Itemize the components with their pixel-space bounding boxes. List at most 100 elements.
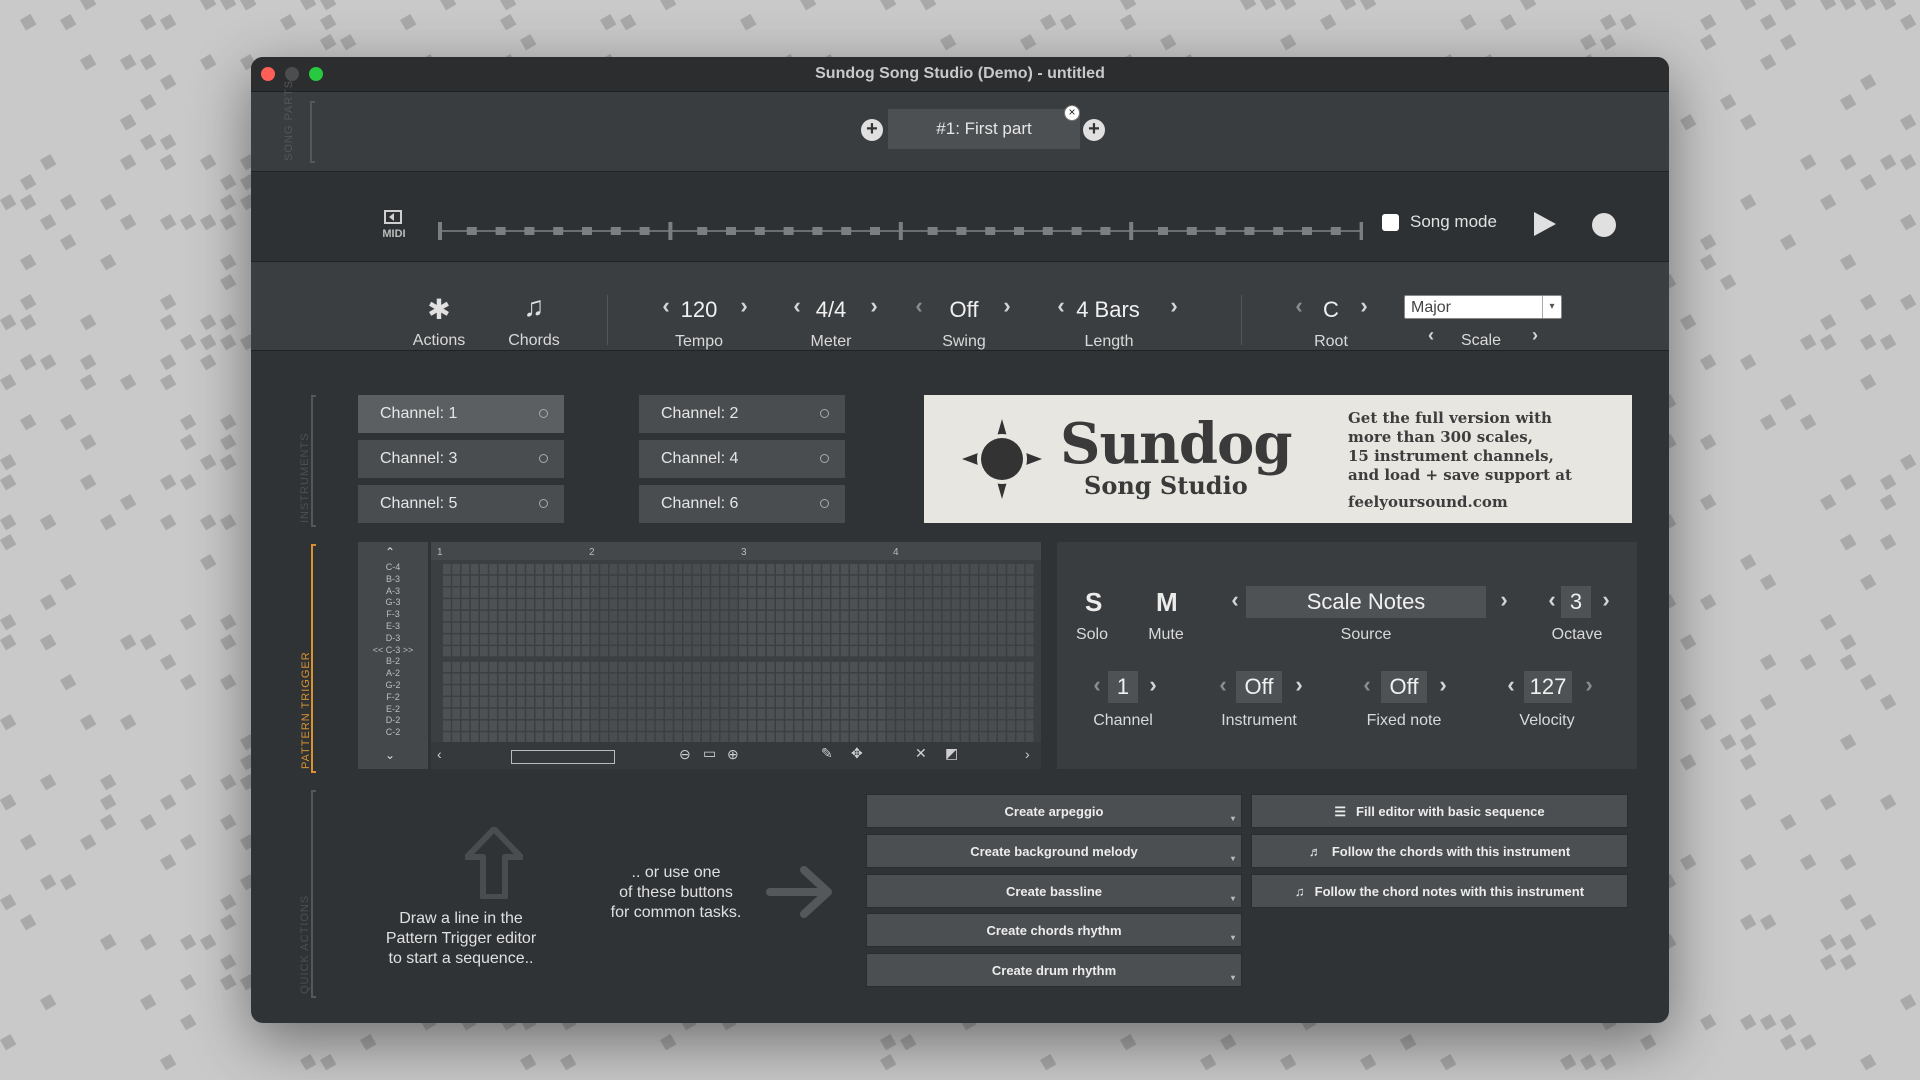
grid-cell[interactable] [461,708,470,720]
grid-cell[interactable] [840,697,849,708]
swing-decrease-chevron-icon[interactable]: ‹ [911,293,927,319]
grid-cell[interactable] [554,575,562,586]
grid-cell[interactable] [600,685,608,696]
move-icon[interactable]: ✥ [851,745,863,762]
grid-cell[interactable] [443,575,451,586]
grid-cell[interactable] [470,673,479,684]
grid-cell[interactable] [443,732,451,742]
grid-cell[interactable] [461,599,470,610]
grid-cell[interactable] [692,599,701,610]
grid-cell[interactable] [720,634,729,645]
grid-cell[interactable] [924,646,932,657]
grid-cell[interactable] [572,575,581,586]
grid-cell[interactable] [813,661,821,673]
grid-cell[interactable] [729,708,738,720]
channel-increase-chevron-icon[interactable]: › [1145,672,1161,698]
grid-cell[interactable] [609,599,618,610]
grid-cell[interactable] [887,564,895,575]
grid-cell[interactable] [563,575,571,586]
grid-cell[interactable] [507,732,516,742]
grid-cell[interactable] [674,673,682,684]
scroll-right-chevron-icon[interactable]: › [1025,746,1030,762]
grid-cell[interactable] [813,732,821,742]
zoom-out-icon[interactable]: ⊖ [679,746,691,763]
grid-cell[interactable] [480,732,488,742]
grid-cell[interactable] [887,575,895,586]
grid-cell[interactable] [739,708,747,720]
grid-cell[interactable] [665,697,673,708]
grid-cell[interactable] [702,610,710,622]
grid-cell[interactable] [581,610,590,622]
grid-cell[interactable] [868,575,877,586]
grid-cell[interactable] [507,708,516,720]
grid-cell[interactable] [914,708,923,720]
grid-cell[interactable] [443,661,451,673]
grid-cell[interactable] [998,599,1006,610]
grid-cell[interactable] [517,622,525,633]
grid-cell[interactable] [794,697,803,708]
grid-cell[interactable] [470,587,479,598]
grid-cell[interactable] [729,646,738,657]
grid-cell[interactable] [554,610,562,622]
grid-cell[interactable] [729,685,738,696]
grid-cell[interactable] [951,732,960,742]
grid-cell[interactable] [1007,599,1015,610]
grid-cell[interactable] [831,646,840,657]
grid-cell[interactable] [868,646,877,657]
grid-cell[interactable] [951,599,960,610]
grid-cell[interactable] [859,685,867,696]
grid-cell[interactable] [1025,661,1034,673]
grid-cell[interactable] [480,587,488,598]
grid-cell[interactable] [600,673,608,684]
solo-button[interactable]: S [1085,587,1102,618]
grid-cell[interactable] [1025,720,1034,731]
grid-cell[interactable] [803,685,812,696]
grid-cell[interactable] [1016,720,1025,731]
grid-cell[interactable] [766,732,775,742]
grid-cell[interactable] [591,732,599,742]
grid-cell[interactable] [646,587,655,598]
grid-cell[interactable] [924,587,932,598]
grid-cell[interactable] [840,646,849,657]
grid-cell[interactable] [1025,697,1034,708]
grid-cell[interactable] [729,720,738,731]
grid-cell[interactable] [1007,720,1015,731]
grid-cell[interactable] [600,646,608,657]
grid-cell[interactable] [637,634,645,645]
grid-cell[interactable] [470,732,479,742]
grid-cell[interactable] [868,599,877,610]
grid-cell[interactable] [618,720,627,731]
grid-cell[interactable] [877,720,886,731]
grid-cell[interactable] [618,732,627,742]
grid-cell[interactable] [526,564,534,575]
grid-cell[interactable] [961,661,969,673]
grid-cell[interactable] [646,564,655,575]
grid-cell[interactable] [988,732,997,742]
grid-cell[interactable] [924,575,932,586]
channel-button-6[interactable]: Channel: 6 [639,485,845,523]
grid-cell[interactable] [933,599,941,610]
grid-cell[interactable] [988,708,997,720]
chords-label[interactable]: Chords [489,332,579,350]
grid-cell[interactable] [905,646,914,657]
grid-cell[interactable] [544,610,553,622]
grid-cell[interactable] [757,661,766,673]
grid-cell[interactable] [785,610,793,622]
grid-cell[interactable] [572,673,581,684]
grid-cell[interactable] [470,610,479,622]
grid-cell[interactable] [729,587,738,598]
grid-cell[interactable] [822,697,830,708]
grid-cell[interactable] [628,610,636,622]
mute-button[interactable]: M [1156,587,1178,618]
grid-cell[interactable] [452,661,460,673]
grid-cell[interactable] [840,610,849,622]
grid-cell[interactable] [933,685,941,696]
grid-cell[interactable] [729,575,738,586]
instrument-decrease-chevron-icon[interactable]: ‹ [1215,672,1231,698]
grid-cell[interactable] [489,708,497,720]
grid-cell[interactable] [591,622,599,633]
grid-cell[interactable] [480,708,488,720]
grid-cell[interactable] [785,634,793,645]
grid-cell[interactable] [609,587,618,598]
grid-cell[interactable] [868,697,877,708]
